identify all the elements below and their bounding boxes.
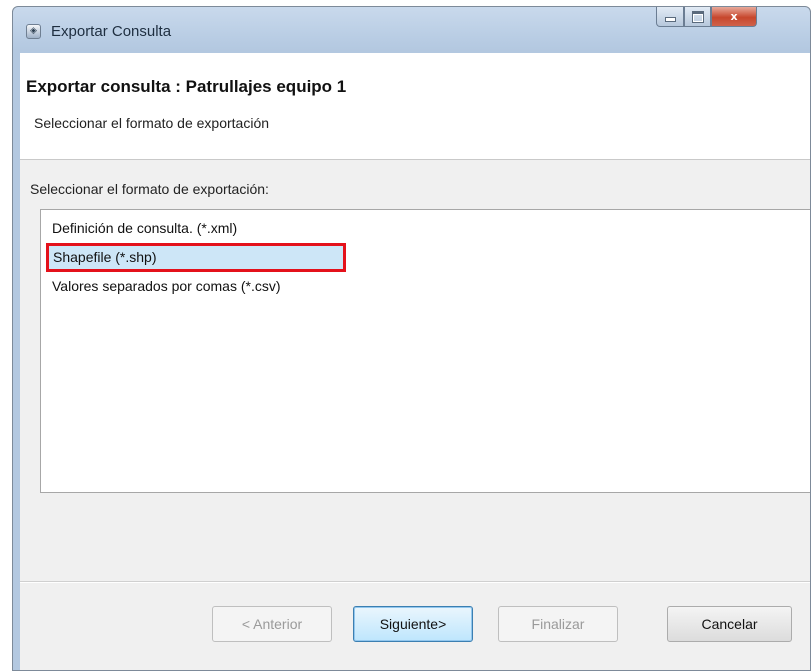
next-button[interactable]: Siguiente> — [353, 606, 473, 642]
format-prompt-label: Seleccionar el formato de exportación: — [30, 181, 269, 197]
footer-divider — [20, 581, 810, 583]
maximize-icon — [691, 10, 704, 23]
close-icon: x — [730, 10, 738, 23]
format-item-shapefile[interactable]: Shapefile (*.shp) — [46, 243, 346, 272]
format-list[interactable]: Definición de consulta. (*.xml) Shapefil… — [40, 209, 810, 493]
format-item-csv[interactable]: Valores separados por comas (*.csv) — [46, 272, 287, 301]
minimize-icon — [664, 17, 676, 22]
close-button[interactable]: x — [711, 7, 757, 27]
dialog-body: Exportar consulta : Patrullajes equipo 1… — [20, 53, 810, 670]
app-icon: ◈ — [26, 24, 41, 39]
minimize-button[interactable] — [656, 7, 684, 27]
maximize-button[interactable] — [684, 7, 711, 27]
back-button[interactable]: < Anterior — [212, 606, 332, 642]
wizard-subtitle: Seleccionar el formato de exportación — [34, 115, 270, 131]
cancel-button[interactable]: Cancelar — [667, 606, 792, 642]
format-item-xml[interactable]: Definición de consulta. (*.xml) — [46, 214, 243, 243]
finish-button[interactable]: Finalizar — [498, 606, 618, 642]
wizard-header: Exportar consulta : Patrullajes equipo 1… — [20, 53, 810, 160]
window-title: Exportar Consulta — [51, 23, 172, 40]
title-bar[interactable]: ◈ Exportar Consulta x — [13, 7, 810, 53]
wizard-title: Exportar consulta : Patrullajes equipo 1 — [26, 77, 347, 96]
export-query-dialog: ◈ Exportar Consulta x Exportar consulta … — [12, 6, 811, 671]
